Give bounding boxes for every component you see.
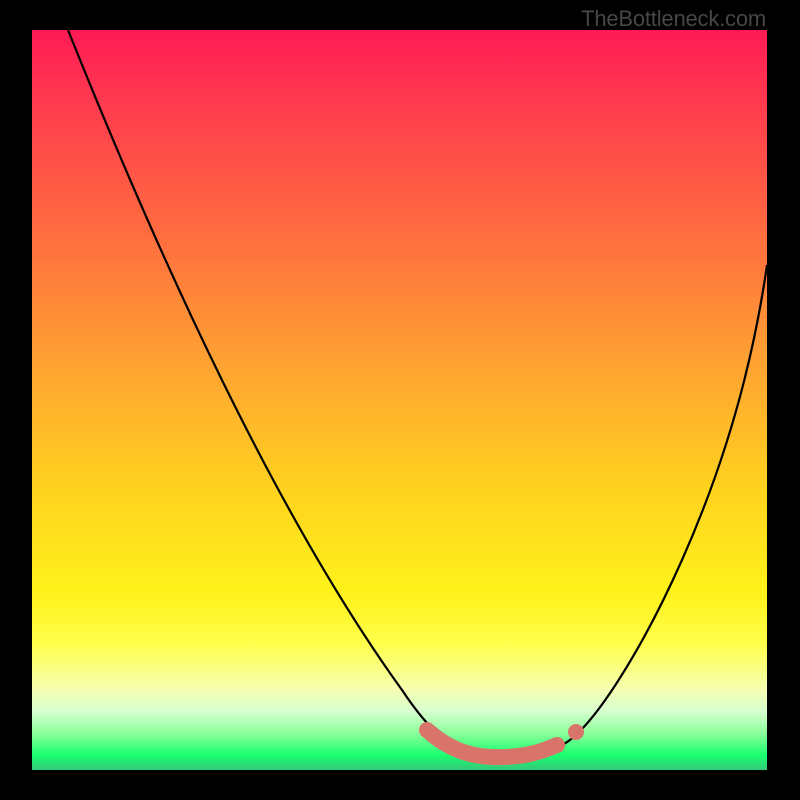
highlight-range xyxy=(427,730,557,757)
watermark-text: TheBottleneck.com xyxy=(581,6,766,32)
plot-area xyxy=(32,30,767,770)
highlight-end-marker xyxy=(568,724,584,740)
curve-layer xyxy=(32,30,767,770)
chart-frame: TheBottleneck.com xyxy=(0,0,800,800)
bottleneck-curve xyxy=(68,30,767,756)
